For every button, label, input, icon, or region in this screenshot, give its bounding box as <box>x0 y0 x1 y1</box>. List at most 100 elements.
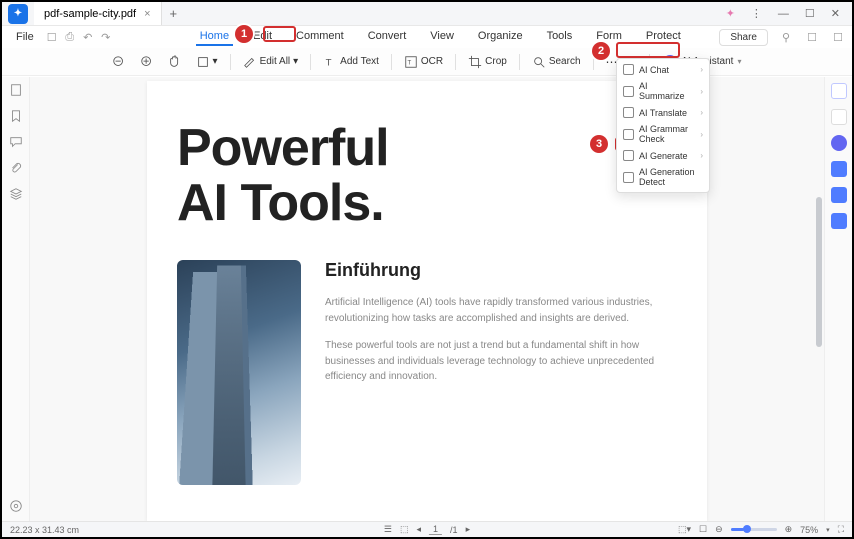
right-sidebar <box>824 77 852 521</box>
close-button[interactable]: ✕ <box>827 5 844 22</box>
ai-translate-item[interactable]: AI Translate› <box>617 104 709 121</box>
sparkle-icon[interactable]: ✦ <box>722 5 739 22</box>
document-tab[interactable]: pdf-sample-city.pdf × <box>34 2 162 25</box>
zoom-out-icon[interactable]: ⊖ <box>715 524 723 535</box>
panel-icon-3[interactable] <box>831 161 847 177</box>
tab-protect[interactable]: Protect <box>642 28 685 46</box>
view-mode-icon[interactable]: ⬚▾ <box>678 524 691 535</box>
add-text-button[interactable]: TAdd Text <box>318 53 384 71</box>
grammar-icon <box>623 129 634 140</box>
tab-tools[interactable]: Tools <box>543 28 577 46</box>
fit-icon[interactable]: ⬚ <box>400 524 409 535</box>
save-icon[interactable]: ☐ <box>44 29 60 45</box>
menu-dots-icon[interactable]: ⋮ <box>747 5 766 22</box>
export-icon[interactable]: ☐ <box>830 29 846 45</box>
next-page-button[interactable]: ▸ <box>466 524 471 535</box>
comments-icon[interactable] <box>9 135 23 149</box>
ocr-button[interactable]: TOCR <box>399 53 448 71</box>
hand-tool[interactable] <box>163 53 187 71</box>
left-sidebar <box>2 77 30 521</box>
tab-home[interactable]: Home <box>196 28 233 46</box>
zoom-value[interactable]: 75% <box>800 525 818 535</box>
ai-detect-item[interactable]: AI Generation Detect <box>617 164 709 190</box>
summarize-icon <box>623 86 634 97</box>
doc-heading: Powerful AI Tools. <box>177 121 657 230</box>
zoom-out-button[interactable] <box>107 53 131 71</box>
fullscreen-icon[interactable]: ⛶ <box>838 524 844 535</box>
settings-icon[interactable] <box>9 499 23 513</box>
panel-icon-4[interactable] <box>831 187 847 203</box>
annotation-pill-2: 2 <box>592 42 610 60</box>
ribbon-tabs: Home Edit Comment Convert View Organize … <box>196 28 685 46</box>
file-menu[interactable]: File <box>8 29 42 45</box>
detect-icon <box>623 172 634 183</box>
page-dimensions: 22.23 x 31.43 cm <box>10 525 79 535</box>
tab-title: pdf-sample-city.pdf <box>44 8 136 20</box>
panel-icon-2[interactable] <box>831 109 847 125</box>
titlebar: ✦ pdf-sample-city.pdf × + ✦ ⋮ — ☐ ✕ <box>2 2 852 26</box>
chevron-right-icon: › <box>700 108 703 117</box>
ai-generate-item[interactable]: AI Generate› <box>617 147 709 164</box>
chat-icon <box>623 64 634 75</box>
redo-icon[interactable]: ↷ <box>98 29 114 45</box>
chevron-right-icon: › <box>700 151 703 160</box>
prev-page-button[interactable]: ◂ <box>417 524 422 535</box>
page-number[interactable]: 1 <box>429 524 442 535</box>
reading-mode-icon[interactable]: ☐ <box>699 524 707 535</box>
ai-grammar-item[interactable]: AI Grammar Check› <box>617 121 709 147</box>
chevron-right-icon: › <box>700 130 703 139</box>
annotation-pill-1: 1 <box>235 25 253 43</box>
maximize-button[interactable]: ☐ <box>801 5 819 22</box>
zoom-slider[interactable] <box>731 528 777 531</box>
ai-assistant-dropdown: AI Chat› AI Summarize› AI Translate› AI … <box>616 58 710 193</box>
translate-icon <box>623 107 634 118</box>
svg-text:T: T <box>407 59 411 66</box>
bell-icon[interactable]: ☐ <box>804 29 820 45</box>
tab-edit[interactable]: Edit <box>249 28 276 46</box>
zoom-in-icon[interactable]: ⊕ <box>785 524 793 535</box>
chevron-down-icon: ▾ <box>737 57 741 66</box>
edit-all-button[interactable]: Edit All▾ <box>238 53 304 71</box>
tab-comment[interactable]: Comment <box>292 28 348 46</box>
tab-convert[interactable]: Convert <box>364 28 411 46</box>
undo-icon[interactable]: ↶ <box>80 29 96 45</box>
select-tool[interactable]: ▾ <box>191 53 223 71</box>
attachments-icon[interactable] <box>9 161 23 175</box>
user-icon[interactable]: ⚲ <box>778 29 794 45</box>
generate-icon <box>623 150 634 161</box>
statusbar: 22.23 x 31.43 cm ☰ ⬚ ◂ 1 /1 ▸ ⬚▾ ☐ ⊖ ⊕ 7… <box>2 521 852 537</box>
crop-button[interactable]: Crop <box>463 53 512 71</box>
doc-subheading: Einführung <box>325 260 657 281</box>
share-button[interactable]: Share <box>719 29 768 46</box>
tab-view[interactable]: View <box>426 28 458 46</box>
panel-icon-ai[interactable] <box>831 135 847 151</box>
main-area: Powerful AI Tools. Einführung Artificial… <box>2 77 852 521</box>
chevron-right-icon: › <box>700 65 703 74</box>
zoom-in-button[interactable] <box>135 53 159 71</box>
layout-icon[interactable]: ☰ <box>384 524 392 535</box>
bookmarks-icon[interactable] <box>9 109 23 123</box>
doc-paragraph: Artificial Intelligence (AI) tools have … <box>325 295 657 326</box>
panel-icon-5[interactable] <box>831 213 847 229</box>
minimize-button[interactable]: — <box>774 6 793 22</box>
chevron-down-icon[interactable]: ▾ <box>826 526 830 534</box>
doc-image-building <box>177 260 301 485</box>
window-controls: ✦ ⋮ — ☐ ✕ <box>722 5 852 22</box>
toolbar: ▾ Edit All▾ TAdd Text TOCR Crop Search ⋯… <box>2 48 852 76</box>
new-tab-button[interactable]: + <box>162 6 186 21</box>
page-total: /1 <box>450 525 458 535</box>
svg-text:T: T <box>326 57 332 68</box>
tab-close-icon[interactable]: × <box>144 8 150 20</box>
print-icon[interactable]: ⎙ <box>62 29 78 45</box>
menubar: File ☐ ⎙ ↶ ↷ Home Edit Comment Convert V… <box>2 26 852 48</box>
panel-icon-1[interactable] <box>831 83 847 99</box>
tab-organize[interactable]: Organize <box>474 28 527 46</box>
scrollbar-thumb[interactable] <box>816 197 822 347</box>
layers-icon[interactable] <box>9 187 23 201</box>
doc-paragraph: These powerful tools are not just a tren… <box>325 338 657 385</box>
ai-chat-item[interactable]: AI Chat› <box>617 61 709 78</box>
search-button[interactable]: Search <box>527 53 586 71</box>
thumbnails-icon[interactable] <box>9 83 23 97</box>
app-logo-icon: ✦ <box>8 4 28 24</box>
ai-summarize-item[interactable]: AI Summarize› <box>617 78 709 104</box>
